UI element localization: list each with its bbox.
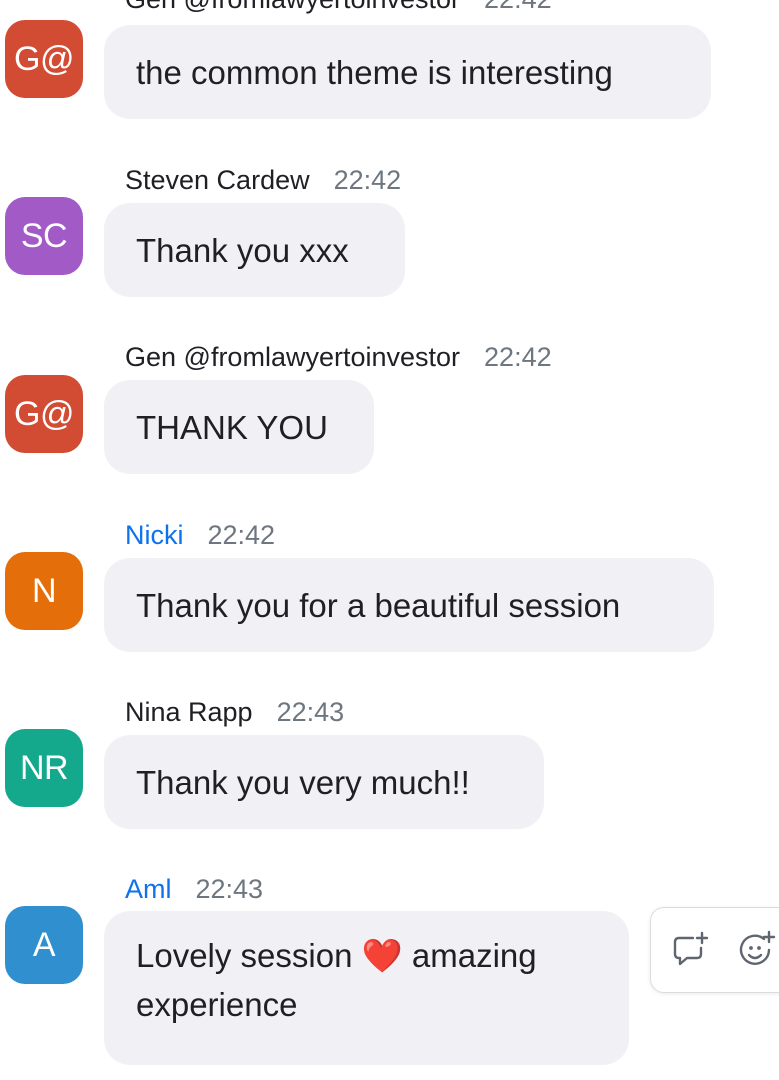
sender-name[interactable]: Gen @fromlawyertoinvestor [125,0,460,14]
avatar[interactable]: G@ [5,375,83,453]
message-bubble[interactable]: THANK YOU [104,380,374,474]
avatar[interactable]: NR [5,729,83,807]
add-reaction-icon[interactable] [737,930,777,970]
message-bubble[interactable]: Thank you xxx [104,203,405,297]
message-text: Thank you for a beautiful session [136,587,621,624]
message-text: the common theme is interesting [136,54,613,91]
message-header: Gen @fromlawyertoinvestor 22:42 [125,340,552,374]
message-text: Thank you very much!! [136,764,470,801]
sender-name[interactable]: Aml [125,874,172,904]
avatar[interactable]: G@ [5,20,83,98]
chat-message-list: Gen @fromlawyertoinvestor 22:42 G@ the co… [0,0,779,1080]
message-bubble[interactable]: Lovely session ❤️ amazing experience [104,911,629,1065]
sender-name[interactable]: Steven Cardew [125,165,310,195]
avatar[interactable]: A [5,906,83,984]
message-header: Steven Cardew 22:42 [125,163,401,197]
message-time: 22:43 [276,697,345,727]
message-header: Nicki 22:42 [125,518,275,552]
sender-name[interactable]: Nicki [125,520,184,550]
avatar[interactable]: SC [5,197,83,275]
message-time: 22:42 [484,0,552,14]
message-bubble[interactable]: Thank you very much!! [104,735,544,829]
message-bubble[interactable]: Thank you for a beautiful session [104,558,714,652]
message-header: Gen @fromlawyertoinvestor 22:42 [125,0,552,16]
message-hover-toolbar [650,907,779,993]
message-time: 22:42 [333,165,402,195]
message-time: 22:43 [195,874,264,904]
message-text: THANK YOU [136,409,328,446]
message-time: 22:42 [207,520,276,550]
message-header: Nina Rapp 22:43 [125,695,344,729]
sender-name[interactable]: Nina Rapp [125,697,253,727]
message-time: 22:42 [484,342,552,372]
reply-in-thread-icon[interactable] [671,930,711,970]
message-text: Lovely session [136,937,353,974]
heart-emoji: ❤️ [361,937,403,974]
sender-name[interactable]: Gen @fromlawyertoinvestor [125,342,460,372]
message-bubble[interactable]: the common theme is interesting [104,25,711,119]
message-text: Thank you xxx [136,232,349,269]
message-header: Aml 22:43 [125,872,263,906]
avatar[interactable]: N [5,552,83,630]
